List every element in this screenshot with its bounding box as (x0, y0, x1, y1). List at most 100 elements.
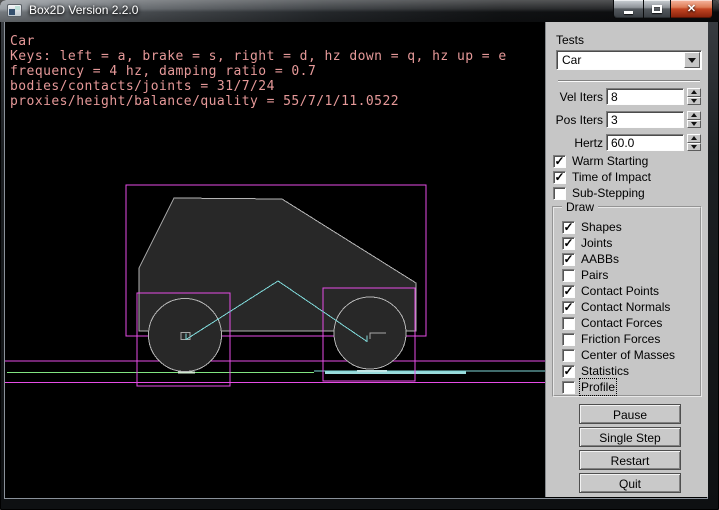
spinner-label: Vel Iters (560, 90, 603, 104)
checkbox-box[interactable]: ✓ (553, 171, 566, 184)
checkbox-box[interactable]: ✓ (562, 237, 575, 250)
tests-dropdown[interactable]: Car (556, 50, 702, 70)
iteration-spinners: Vel Iters 8 Pos Iters 3 (546, 88, 709, 157)
checkbox-label: Contact Forces (581, 316, 662, 330)
checkbox-label: Center of Masses (581, 348, 675, 362)
info-line-proxies-height-balance-quality-55-7-1-11-0522: proxies/height/balance/quality = 55/7/1/… (10, 94, 507, 109)
triangle-down-icon (691, 145, 697, 149)
triangle-down-icon (691, 122, 697, 126)
spinner-label: Pos Iters (556, 113, 603, 127)
button-quit[interactable]: Quit (579, 473, 681, 493)
close-button[interactable]: ✕ (671, 0, 713, 19)
spinner-input[interactable]: 60.0 (606, 134, 684, 151)
tests-label: Tests (556, 33, 584, 47)
spin-up-button[interactable] (687, 111, 701, 120)
checkbox-label: Warm Starting (572, 154, 648, 168)
checkbox-box[interactable] (562, 317, 575, 330)
close-icon: ✕ (687, 1, 696, 18)
draw-checkbox-row-aabbs[interactable]: ✓ AABBs (562, 251, 675, 267)
spin-up-button[interactable] (687, 134, 701, 143)
caption-buttons: ✕ (613, 0, 713, 19)
spinner-label: Hertz (574, 136, 603, 150)
draw-group-label: Draw (562, 200, 598, 214)
window-title: Box2D Version 2.2.0 (29, 3, 138, 17)
checkbox-box[interactable] (562, 333, 575, 346)
button-restart[interactable]: Restart (579, 450, 681, 470)
tests-dropdown-value: Car (562, 53, 581, 67)
checkbox-label: Pairs (581, 268, 608, 282)
draw-checkbox-row-center-of-masses[interactable]: Center of Masses (562, 347, 675, 363)
spinner-row-vel-iters: Vel Iters 8 (546, 88, 709, 111)
draw-option-checkboxes: ✓ Shapes ✓ Joints ✓ AABBs Pairs ✓ (562, 219, 675, 395)
draw-checkbox-row-shapes[interactable]: ✓ Shapes (562, 219, 675, 235)
app-icon-highlight (15, 6, 20, 10)
client-area: CarKeys: left = a, brake = s, right = d,… (4, 22, 708, 499)
button-pause[interactable]: Pause (579, 404, 681, 424)
draw-checkbox-row-joints[interactable]: ✓ Joints (562, 235, 675, 251)
spin-down-button[interactable] (687, 143, 701, 152)
tests-dropdown-arrow-button[interactable] (684, 52, 700, 68)
checkbox-label: Joints (581, 236, 612, 250)
draw-checkbox-row-contact-normals[interactable]: ✓ Contact Normals (562, 299, 675, 315)
info-line-keys-left-a-brake-s-right-d-hz-down-q-hz-up-e: Keys: left = a, brake = s, right = d, hz… (10, 49, 507, 64)
checkbox-row-time-of-impact[interactable]: ✓ Time of Impact (553, 169, 651, 185)
checkbox-label: Shapes (581, 220, 622, 234)
info-line-bodies-contacts-joints-31-7-24: bodies/contacts/joints = 31/7/24 (10, 79, 507, 94)
app-icon[interactable] (7, 4, 22, 17)
checkbox-label: Sub-Stepping (572, 186, 645, 200)
draw-checkbox-row-statistics[interactable]: ✓ Statistics (562, 363, 675, 379)
spin-down-button[interactable] (687, 120, 701, 129)
checkbox-label: Contact Normals (581, 300, 670, 314)
app-window: Box2D Version 2.2.0 ✕ (0, 0, 719, 510)
draw-checkbox-row-pairs[interactable]: Pairs (562, 267, 675, 283)
control-panel: Tests Car Vel Iters 8 (545, 22, 708, 497)
checkbox-row-warm-starting[interactable]: ✓ Warm Starting (553, 153, 651, 169)
checkbox-label: Statistics (581, 364, 629, 378)
draw-checkbox-row-friction-forces[interactable]: Friction Forces (562, 331, 675, 347)
left-wheel[interactable] (149, 299, 222, 372)
triangle-up-icon (691, 136, 697, 140)
draw-checkbox-row-contact-forces[interactable]: Contact Forces (562, 315, 675, 331)
minimize-button[interactable] (613, 0, 643, 19)
checkbox-label: AABBs (581, 252, 619, 266)
draw-checkbox-row-contact-points[interactable]: ✓ Contact Points (562, 283, 675, 299)
checkbox-label: Profile (581, 380, 615, 394)
info-line-car: Car (10, 34, 507, 49)
spinner-input[interactable]: 8 (606, 88, 684, 105)
triangle-up-icon (691, 90, 697, 94)
checkbox-box[interactable] (553, 187, 566, 200)
triangle-down-icon (691, 99, 697, 103)
checkbox-box[interactable]: ✓ (553, 155, 566, 168)
maximize-icon (652, 5, 662, 13)
checkbox-box[interactable] (562, 381, 575, 394)
checkbox-box[interactable] (562, 269, 575, 282)
checkbox-box[interactable]: ✓ (562, 365, 575, 378)
checkbox-box[interactable]: ✓ (562, 221, 575, 234)
checkbox-box[interactable]: ✓ (562, 253, 575, 266)
spinner-input[interactable]: 3 (606, 111, 684, 128)
simulation-canvas[interactable]: CarKeys: left = a, brake = s, right = d,… (5, 22, 545, 497)
draw-checkbox-row-profile[interactable]: Profile (562, 379, 675, 395)
minimize-icon (624, 11, 633, 14)
checkbox-box[interactable]: ✓ (562, 285, 575, 298)
separator-line (558, 80, 700, 82)
checkbox-box[interactable]: ✓ (562, 301, 575, 314)
titlebar[interactable]: Box2D Version 2.2.0 ✕ (0, 0, 719, 22)
checkbox-row-sub-stepping[interactable]: Sub-Stepping (553, 185, 651, 201)
checkbox-box[interactable] (562, 349, 575, 362)
debug-info-text: CarKeys: left = a, brake = s, right = d,… (10, 34, 507, 109)
checkbox-label: Time of Impact (572, 170, 651, 184)
chevron-down-icon (688, 58, 696, 63)
spinner-buttons (687, 111, 701, 128)
spin-down-button[interactable] (687, 97, 701, 106)
maximize-button[interactable] (643, 0, 671, 19)
draw-groupbox: Draw ✓ Shapes ✓ Joints ✓ AABBs (552, 206, 702, 397)
sim-option-checkboxes: ✓ Warm Starting ✓ Time of Impact Sub-Ste… (553, 153, 651, 201)
checkbox-label: Contact Points (581, 284, 659, 298)
spin-up-button[interactable] (687, 88, 701, 97)
action-buttons: Pause Single Step Restart Quit (579, 404, 681, 493)
button-single-step[interactable]: Single Step (579, 427, 681, 447)
info-line-frequency-4-hz-damping-ratio-0-7: frequency = 4 hz, damping ratio = 0.7 (10, 64, 507, 79)
triangle-up-icon (691, 113, 697, 117)
spinner-row-pos-iters: Pos Iters 3 (546, 111, 709, 134)
